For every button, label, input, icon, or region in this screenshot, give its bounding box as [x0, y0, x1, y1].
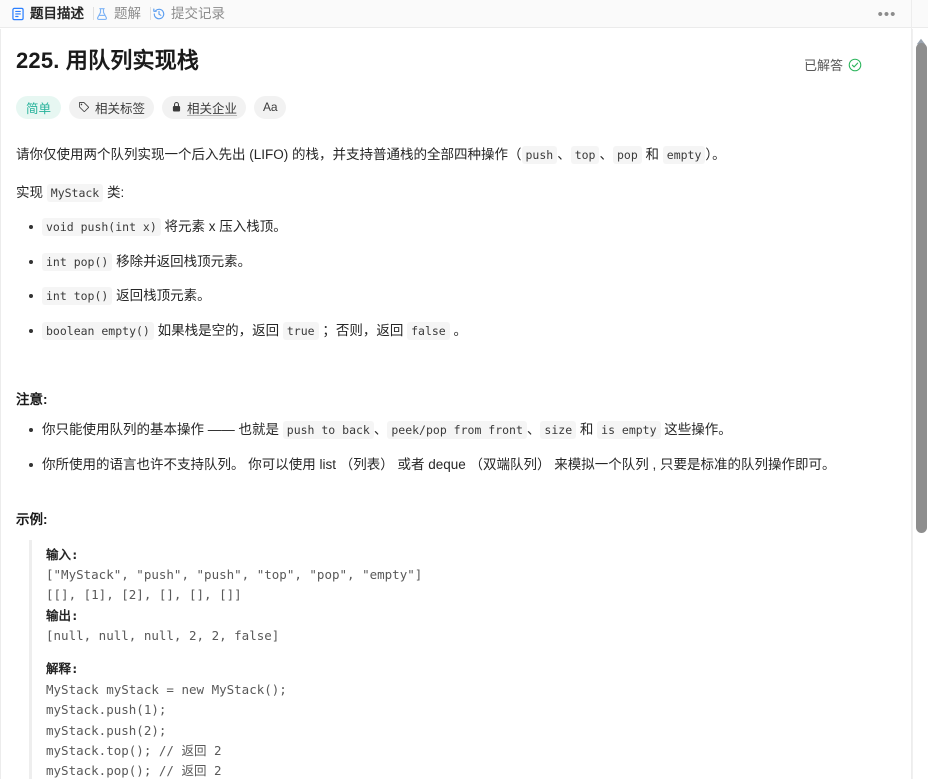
example-block: 输入: ["MyStack", "push", "push", "top", "… — [29, 539, 904, 779]
panel-left-edge — [0, 29, 1, 779]
title-row: 225. 用队列实现栈 已解答 — [16, 46, 904, 77]
intro-text-2: 、 — [557, 146, 571, 162]
example-explain-label: 解释: — [46, 661, 79, 677]
list-item: int top() 返回栈顶元素。 — [29, 285, 904, 307]
example-output-line: [null, null, null, 2, 2, false] — [46, 628, 280, 644]
status-badge: 已解答 — [804, 55, 862, 74]
history-icon — [151, 6, 166, 21]
check-circle-icon — [848, 58, 862, 72]
tag-row: 简单 相关标签 相关企业 Aa — [16, 95, 904, 119]
note-text-2: 、 — [373, 422, 388, 438]
code-boolean-empty: boolean empty() — [42, 321, 154, 340]
intro-text-3: 、 — [599, 146, 613, 162]
example-explain-line: myStack.pop(); // 返回 2 — [46, 763, 222, 779]
related-companies-chip[interactable]: 相关企业 — [162, 95, 247, 119]
scroll-up-arrow-icon[interactable] — [916, 32, 926, 45]
example-explain-line: myStack.push(1); — [46, 702, 167, 718]
notes-list: 你只能使用队列的基本操作 —— 也就是 push to back、 peek/po… — [16, 419, 904, 475]
problem-content: 225. 用队列实现栈 已解答 简单 相关标签 相关企业 Aa 请你仅使用两个队… — [0, 28, 928, 779]
note-text-1: 你只能使用队列的基本操作 —— 也就是 — [42, 422, 283, 438]
difficulty-chip-easy[interactable]: 简单 — [16, 95, 62, 119]
note-text-5: 这些操作。 — [660, 422, 732, 438]
implement-prefix: 实现 — [16, 185, 47, 201]
example-spacer — [46, 646, 904, 659]
code-true: true — [282, 321, 319, 340]
example-input-label: 输入: — [46, 546, 79, 562]
list-item: 你只能使用队列的基本操作 —— 也就是 push to back、 peek/po… — [29, 419, 904, 441]
tab-bar: 题目描述 题解 提交记录 ••• — [0, 0, 928, 28]
method-text: 将元素 x 压入栈顶。 — [160, 219, 287, 235]
chip-label: 相关企业 — [187, 101, 238, 116]
tag-icon — [78, 101, 90, 113]
list-item: int pop() 移除并返回栈顶元素。 — [29, 251, 904, 273]
code-size: size — [540, 421, 577, 440]
implement-suffix: 类: — [103, 185, 125, 201]
code-pop: pop — [612, 145, 642, 164]
vertical-scrollbar[interactable] — [912, 29, 928, 779]
code-int-pop: int pop() — [42, 252, 113, 271]
implement-class-line: 实现 MyStack 类: — [16, 181, 904, 205]
list-item: boolean empty() 如果栈是空的，返回 true ；否则，返回 fa… — [29, 320, 904, 342]
tab-problem-description[interactable]: 题目描述 — [10, 0, 93, 28]
method-text-1: 如果栈是空的，返回 — [153, 322, 283, 338]
intro-text-5: ）。 — [705, 146, 726, 162]
code-mystack: MyStack — [46, 184, 104, 203]
related-tags-chip[interactable]: 相关标签 — [69, 95, 155, 119]
notes-heading: 注意: — [16, 392, 48, 408]
tab-submissions[interactable]: 提交记录 — [151, 0, 234, 28]
document-icon — [10, 6, 25, 21]
example-input-line-2: [[], [1], [2], [], [], []] — [46, 587, 242, 603]
note-text-4: 和 — [576, 422, 598, 438]
code-is-empty: is empty — [597, 421, 661, 440]
code-false: false — [407, 321, 450, 340]
note-text-3: 、 — [526, 422, 541, 438]
method-text: 返回栈顶元素。 — [112, 288, 211, 304]
intro-text-4: 和 — [641, 146, 663, 162]
code-peek-pop-from-front: peek/pop from front — [387, 421, 527, 440]
font-size-chip[interactable]: Aa — [254, 95, 287, 119]
code-empty: empty — [662, 145, 706, 164]
intro-text-1: 请你仅使用两个队列实现一个后入先出 (LIFO) 的栈，并支持普通栈的全部四种操… — [16, 146, 522, 162]
example-input-line-1: ["MyStack", "push", "push", "top", "pop"… — [46, 566, 423, 582]
problem-intro-paragraph: 请你仅使用两个队列实现一个后入先出 (LIFO) 的栈，并支持普通栈的全部四种操… — [16, 143, 904, 167]
chip-label: 简单 — [26, 101, 52, 116]
example-explain-line: myStack.push(2); — [46, 722, 167, 738]
tab-label: 提交记录 — [171, 5, 225, 21]
flask-icon — [94, 6, 109, 21]
chip-label: 相关标签 — [95, 101, 146, 116]
chip-label: Aa — [263, 100, 278, 115]
more-options-button[interactable]: ••• — [876, 0, 898, 28]
example-explain-line: MyStack myStack = new MyStack(); — [46, 681, 287, 697]
code-push: push — [521, 145, 558, 164]
code-void-push: void push(int x) — [42, 218, 161, 237]
list-item: void push(int x) 将元素 x 压入栈顶。 — [29, 216, 904, 238]
lock-icon — [171, 101, 182, 113]
tab-solutions[interactable]: 题解 — [94, 0, 150, 28]
code-top: top — [570, 145, 600, 164]
example-output-label: 输出: — [46, 607, 79, 623]
scrollbar-thumb[interactable] — [915, 43, 927, 533]
method-text: 移除并返回栈顶元素。 — [112, 253, 252, 269]
list-item: 你所使用的语言也许不支持队列。 你可以使用 list （列表） 或者 deque… — [29, 454, 904, 476]
method-text-2: ；否则，返回 — [318, 322, 408, 338]
code-int-top: int top() — [42, 287, 113, 306]
page-title: 225. 用队列实现栈 — [16, 48, 200, 73]
problem-description-panel: 题目描述 题解 提交记录 ••• 225. 用队列实现栈 已解答 简单 相关标签… — [0, 0, 928, 779]
method-text-3: 。 — [449, 322, 467, 338]
tab-label: 题目描述 — [30, 5, 84, 21]
tab-label: 题解 — [114, 5, 141, 21]
example-explain-line: myStack.top(); // 返回 2 — [46, 742, 222, 758]
status-label: 已解答 — [803, 58, 843, 73]
example-heading: 示例: — [16, 511, 48, 527]
code-push-to-back: push to back — [282, 421, 374, 440]
method-list: void push(int x) 将元素 x 压入栈顶。 int pop() 移… — [16, 216, 904, 341]
